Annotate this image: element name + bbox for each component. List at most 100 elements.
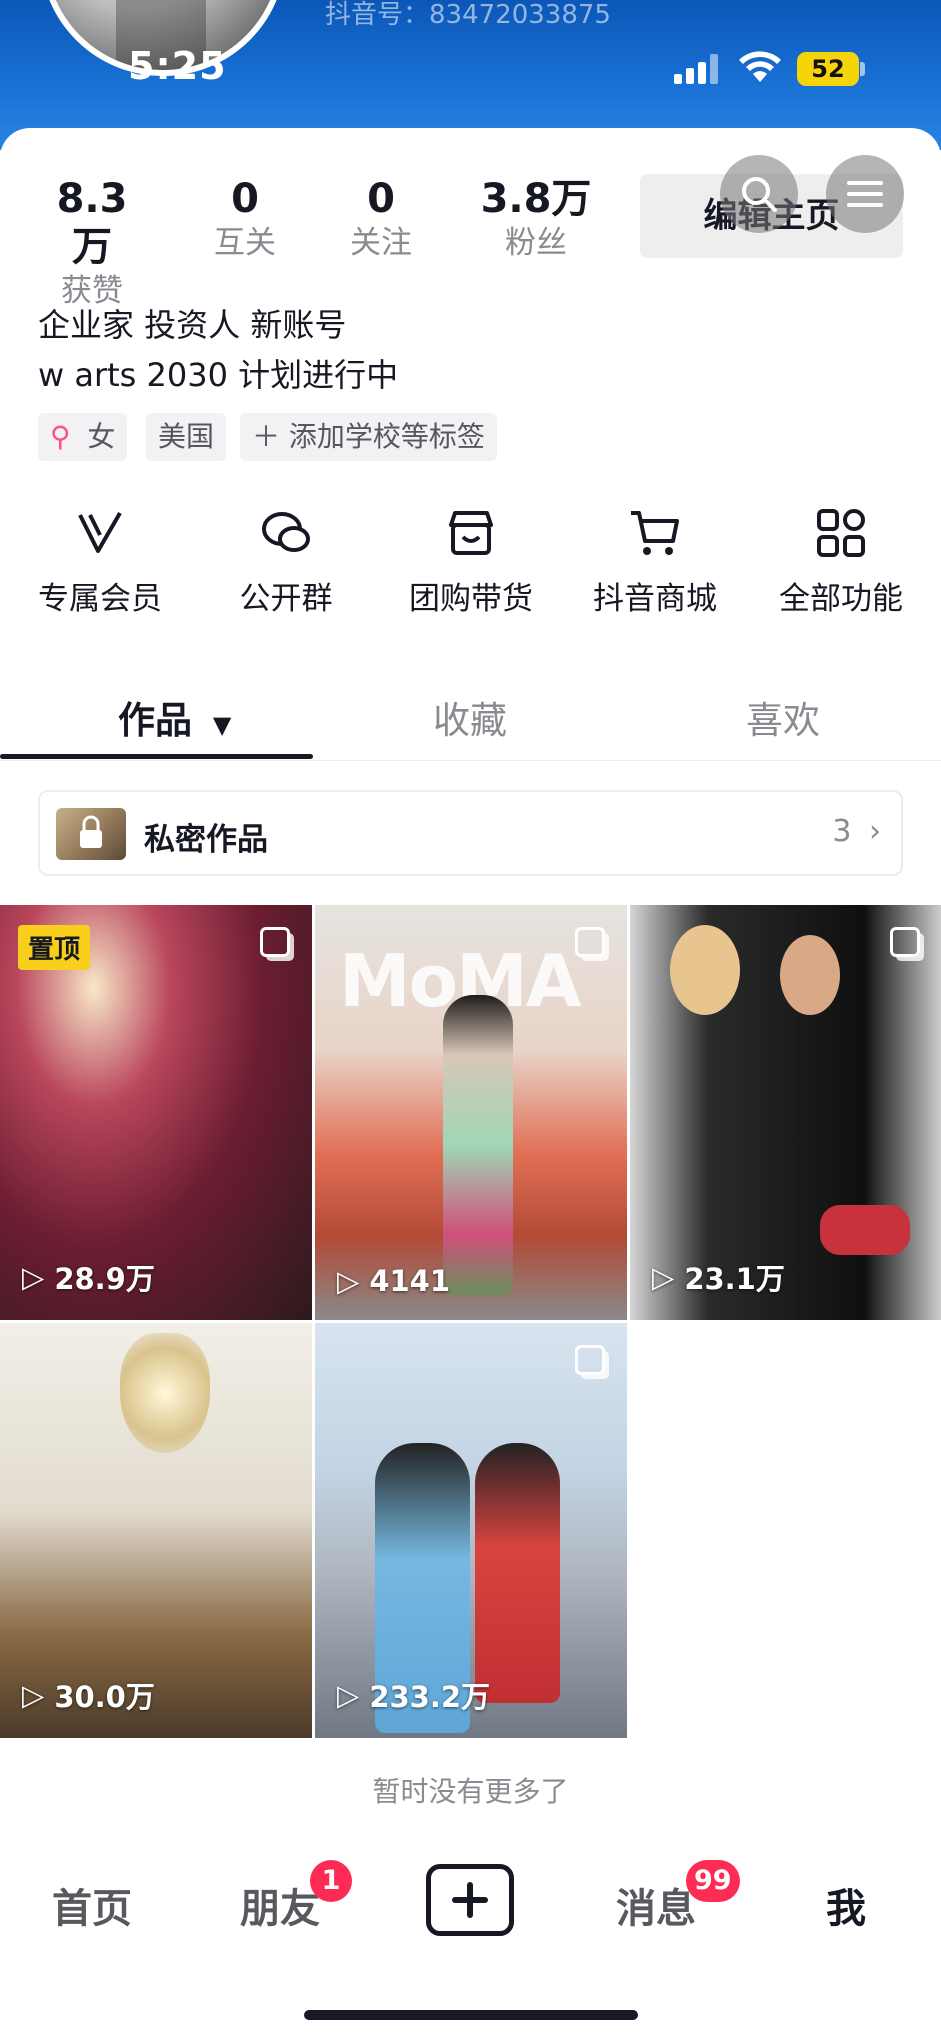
battery-level: 52 [797,52,859,86]
play-icon: ▷ [22,1260,45,1294]
stat-mutual[interactable]: 0 互关 [200,175,290,263]
cart-icon [631,511,679,555]
friends-badge: 1 [310,1860,352,1902]
feature-all-functions-label: 全部功能 [779,581,903,617]
view-count-value: 4141 [369,1264,451,1298]
group-chat-icon [262,512,310,552]
add-tag-button[interactable]: ＋ 添加学校等标签 [240,413,497,461]
private-works-entry[interactable]: 私密作品 3 › [38,790,903,876]
tab-likes[interactable]: 喜欢 [746,690,820,744]
stat-mutual-label: 互关 [214,225,276,261]
feature-vip-label: 专属会员 [38,581,162,617]
search-button[interactable] [720,155,798,233]
play-icon: ▷ [337,1678,360,1712]
video-tile[interactable]: ▷ 30.0万 [0,1323,312,1738]
nav-messages[interactable]: 消息 [616,1876,696,1934]
red-clutch [820,1205,910,1255]
gender-tag[interactable]: ⚲ 女 [38,413,128,461]
stat-likes[interactable]: 8.3万 获赞 [38,175,146,311]
person-figure [670,925,740,1015]
private-works-label: 私密作品 [144,822,268,858]
stat-likes-value: 8.3万 [56,176,128,270]
tab-favorites[interactable]: 收藏 [433,690,507,744]
nav-home[interactable]: 首页 [52,1876,132,1934]
female-icon: ⚲ [50,420,71,453]
view-count: ▷ 233.2万 [337,1674,490,1716]
home-indicator [304,2010,638,2020]
tab-works[interactable]: 作品 ▼ [118,690,231,744]
feature-group-chat[interactable]: 公开群 [211,505,361,618]
menu-button[interactable] [826,155,904,233]
gender-tag-label: 女 [87,420,116,453]
cellular-signal-icon [674,54,724,84]
battery-cap [860,62,865,76]
multi-image-icon [575,927,605,957]
vip-icon [78,511,122,553]
person-figure [443,995,513,1295]
video-tile[interactable]: ▷ 23.1万 [630,905,941,1320]
private-works-count: 3 › [832,814,881,849]
private-works-count-value: 3 [832,814,852,849]
view-count-value: 30.0万 [54,1680,155,1714]
store-icon [449,511,493,555]
messages-badge: 99 [686,1860,740,1902]
active-tab-indicator [0,754,313,759]
play-icon: ▷ [337,1264,360,1298]
pinned-badge: 置顶 [18,925,91,970]
view-count-value: 233.2万 [369,1680,491,1714]
video-tile[interactable]: MoMA ▷ 4141 [315,905,627,1320]
create-button[interactable] [426,1864,514,1936]
douyin-id: 抖音号：83472033875 [325,0,611,30]
bio-line: w arts 2030 计划进行中 [38,356,399,394]
view-count: ▷ 23.1万 [652,1256,785,1298]
view-count-value: 23.1万 [684,1262,785,1296]
location-tag[interactable]: 美国 [146,413,227,461]
view-count-value: 28.9万 [54,1262,155,1296]
video-tile[interactable]: ▷ 233.2万 [315,1323,627,1738]
feature-group-chat-label: 公开群 [239,581,333,617]
view-count: ▷ 4141 [337,1264,450,1298]
no-more-content-text: 暂时没有更多了 [372,1775,569,1808]
chandelier [120,1333,210,1453]
stat-following[interactable]: 0 关注 [336,175,426,263]
person-figure [475,1443,560,1703]
feature-mall-label: 抖音商城 [593,581,717,617]
feature-all-functions[interactable]: 全部功能 [766,505,916,618]
person-figure [780,935,840,1015]
play-icon: ▷ [652,1260,675,1294]
view-count: ▷ 30.0万 [22,1674,155,1716]
multi-image-icon [260,927,290,957]
multi-image-icon [575,1345,605,1375]
stat-followers-label: 粉丝 [505,225,567,261]
status-time: 5:25 [128,44,227,88]
chevron-right-icon: › [869,814,881,849]
plus-icon [452,1882,488,1918]
private-works-thumbnail [56,808,126,860]
caret-down-icon: ▼ [212,711,232,739]
feature-mall[interactable]: 抖音商城 [580,505,730,618]
feature-group-buy[interactable]: 团购带货 [396,505,546,618]
multi-image-icon [890,927,920,957]
menu-icon [847,181,883,207]
stat-followers[interactable]: 3.8万 粉丝 [476,175,596,263]
play-icon: ▷ [22,1678,45,1712]
nav-friends[interactable]: 朋友 [240,1876,320,1934]
stat-mutual-value: 0 [231,176,259,222]
tab-divider [0,760,941,761]
stat-following-value: 0 [367,176,395,222]
feature-group-buy-label: 团购带货 [409,581,533,617]
stat-followers-value: 3.8万 [480,176,592,222]
grid-icon [817,509,865,557]
view-count: ▷ 28.9万 [22,1256,155,1298]
nav-me[interactable]: 我 [826,1876,866,1934]
lock-icon [80,815,102,848]
video-tile[interactable]: 置顶 ▷ 28.9万 [0,905,312,1320]
tab-works-label: 作品 [118,699,192,742]
search-icon [742,177,777,212]
add-tag-label: 添加学校等标签 [288,420,485,453]
stat-following-label: 关注 [350,225,412,261]
wifi-icon [739,51,781,82]
bio-line: 企业家 投资人 新账号 [38,306,347,344]
feature-vip[interactable]: 专属会员 [25,505,175,618]
plus-icon: ＋ [252,420,281,453]
